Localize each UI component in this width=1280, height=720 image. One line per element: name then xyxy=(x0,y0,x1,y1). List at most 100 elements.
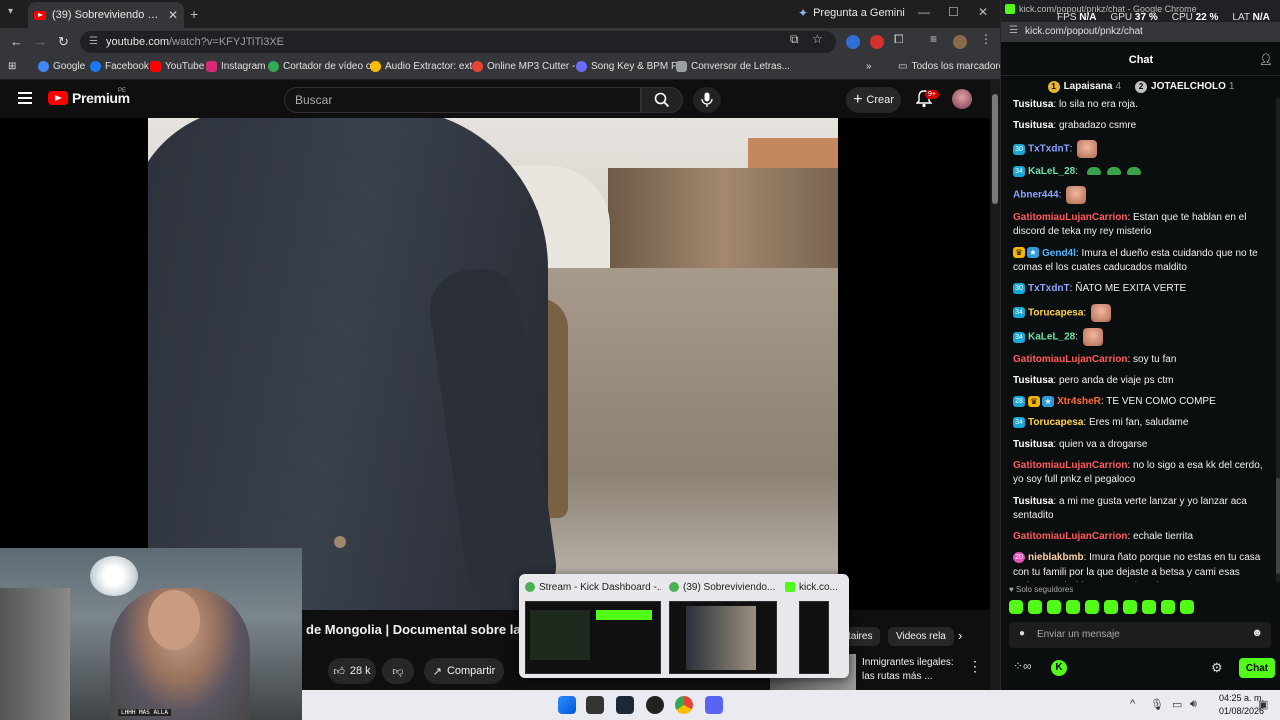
start-icon[interactable] xyxy=(558,696,576,714)
chat-username[interactable]: Torucapesa xyxy=(1028,417,1083,428)
all-bookmarks[interactable]: ▭ Todos los marcadores xyxy=(898,61,1009,72)
chrome-menu-icon[interactable]: ⋮ xyxy=(980,32,992,46)
clock-date[interactable]: 01/08/2026 xyxy=(1200,706,1264,716)
bookmark-song-key[interactable]: Song Key & BPM Fi... xyxy=(576,61,688,72)
address-bar[interactable]: ☰ youtube.com/watch?v=KFYJTiTi3XE xyxy=(80,31,836,53)
chat-username[interactable]: Abner444 xyxy=(1013,190,1059,201)
chat-username[interactable]: Tusitusa xyxy=(1013,375,1053,386)
bookmark-conversor[interactable]: Conversor de Letras... xyxy=(676,61,790,72)
chevron-right-icon[interactable]: › xyxy=(958,628,962,643)
emoji-picker-icon[interactable]: ☻ xyxy=(1251,627,1263,639)
emote-button[interactable] xyxy=(1123,600,1137,614)
kick-url-bar[interactable]: ☰ kick.com/popout/pnkz/chat xyxy=(1001,22,1280,42)
chat-username[interactable]: TxTxdnT xyxy=(1028,283,1070,294)
bookmark-star-icon[interactable]: ☆ xyxy=(812,32,823,46)
apps-icon[interactable]: ⊞ xyxy=(8,61,16,72)
preview-kick-dashboard[interactable]: Stream - Kick Dashboard -... xyxy=(525,578,661,674)
chat-username[interactable]: TxTxdnT xyxy=(1028,144,1070,155)
tab-search-icon[interactable]: ▾ xyxy=(8,6,13,17)
extensions-icon[interactable]: ⧠ xyxy=(894,32,904,47)
site-info-icon[interactable]: ☰ xyxy=(89,31,98,53)
microphone-icon[interactable]: 🎙︎ xyxy=(1150,698,1164,711)
emote-button[interactable] xyxy=(1028,600,1042,614)
minimize-icon[interactable]: — xyxy=(918,5,930,19)
more-options-icon[interactable]: ⋮ xyxy=(968,658,982,675)
bookmark-mp3-cutter[interactable]: Online MP3 Cutter -... xyxy=(472,61,584,72)
network-icon[interactable]: ▭ xyxy=(1172,698,1182,711)
clock-time[interactable]: 04:25 a. m. xyxy=(1200,693,1264,703)
discord-icon[interactable] xyxy=(705,696,723,714)
chip-related-videos[interactable]: Videos rela xyxy=(888,627,954,646)
extension-icon-blue[interactable] xyxy=(846,35,860,49)
notifications-icon[interactable]: ▣ xyxy=(1258,698,1268,711)
gemini-button[interactable]: ✦ Pregunta a Gemini xyxy=(798,6,905,20)
extension-icon-red[interactable] xyxy=(870,35,884,49)
app-icon[interactable] xyxy=(646,696,664,714)
chat-username[interactable]: GatitomiauLujanCarrion xyxy=(1013,354,1127,365)
chat-username[interactable]: Xtr4sheR xyxy=(1057,396,1101,407)
chat-username[interactable]: GatitomiauLujanCarrion xyxy=(1013,460,1127,471)
profile-icon[interactable] xyxy=(953,35,967,49)
chat-username[interactable]: Tusitusa xyxy=(1013,99,1053,110)
bookmark-facebook[interactable]: Facebook xyxy=(90,61,149,72)
new-tab-icon[interactable]: + xyxy=(190,6,198,22)
install-app-icon[interactable]: ⧉ xyxy=(790,32,799,47)
chat-username[interactable]: Gend4l xyxy=(1042,248,1076,259)
menu-icon[interactable] xyxy=(18,92,32,104)
gifter-1[interactable]: 1 Lapaisana 4 xyxy=(1047,81,1121,93)
scroll-thumb[interactable] xyxy=(992,94,998,204)
chat-username[interactable]: Tusitusa xyxy=(1013,120,1053,131)
task-view-icon[interactable] xyxy=(586,696,604,714)
emote-button[interactable] xyxy=(1085,600,1099,614)
close-window-icon[interactable]: ✕ xyxy=(978,5,988,19)
chat-username[interactable]: GatitomiauLujanCarrion xyxy=(1013,212,1127,223)
users-icon[interactable]: 👤︎ xyxy=(1259,53,1273,66)
chat-username[interactable]: KaLeL_28 xyxy=(1028,166,1075,177)
close-tab-icon[interactable]: ✕ xyxy=(168,8,178,22)
recommended-title[interactable]: Inmigrantes ilegales: las rutas más ... xyxy=(862,656,962,684)
share-button[interactable]: ↗ Compartir xyxy=(424,658,504,684)
chat-username[interactable]: nieblakbmb xyxy=(1028,552,1084,563)
search-button[interactable] xyxy=(641,87,683,113)
chat-message-input[interactable]: ● Enviar un mensaje ☻ xyxy=(1009,622,1271,648)
site-info-icon[interactable]: ☰ xyxy=(1009,25,1018,36)
media-controls-icon[interactable]: ≡ xyxy=(930,32,937,46)
chrome-icon[interactable] xyxy=(675,696,693,714)
bookmark-instagram[interactable]: Instagram xyxy=(206,61,265,72)
chat-username[interactable]: Tusitusa xyxy=(1013,496,1053,507)
maximize-icon[interactable]: ☐ xyxy=(948,5,959,19)
chat-scrollbar[interactable] xyxy=(1276,98,1280,582)
forward-icon[interactable]: → xyxy=(34,34,47,49)
reload-icon[interactable]: ↻ xyxy=(58,34,69,50)
browser-tab-youtube[interactable]: (39) Sobreviviendo a -40 °C: Ni ✕ xyxy=(28,2,184,28)
emote-button[interactable] xyxy=(1180,600,1194,614)
bookmark-youtube[interactable]: YouTube xyxy=(150,61,204,72)
emote-button[interactable] xyxy=(1009,600,1023,614)
emote-button[interactable] xyxy=(1066,600,1080,614)
create-button[interactable]: + Crear xyxy=(846,87,901,113)
emote-button[interactable] xyxy=(1161,600,1175,614)
search-input[interactable]: Buscar xyxy=(284,87,641,113)
emote-button[interactable] xyxy=(1142,600,1156,614)
gear-icon[interactable]: ⚙ xyxy=(1211,660,1223,676)
video-player[interactable] xyxy=(0,118,990,610)
send-chat-button[interactable]: Chat xyxy=(1239,658,1275,678)
more-bookmarks-icon[interactable]: » xyxy=(866,61,872,72)
preview-youtube[interactable]: (39) Sobreviviendo... xyxy=(669,578,777,674)
page-scrollbar[interactable] xyxy=(990,80,1000,690)
emote-button[interactable] xyxy=(1047,600,1061,614)
back-icon[interactable]: ← xyxy=(10,34,23,49)
dislike-button[interactable]: 👎︎ xyxy=(382,658,414,684)
volume-icon[interactable]: 🔊︎ xyxy=(1190,698,1197,711)
emote-button[interactable] xyxy=(1104,600,1118,614)
bookmark-google[interactable]: Google xyxy=(38,61,85,72)
chat-username[interactable]: Tusitusa xyxy=(1013,439,1053,450)
chat-username[interactable]: GatitomiauLujanCarrion xyxy=(1013,531,1127,542)
kick-k-icon[interactable]: K xyxy=(1051,660,1067,676)
voice-search-button[interactable] xyxy=(693,87,721,113)
chat-username[interactable]: Torucapesa xyxy=(1028,307,1083,318)
chat-messages[interactable]: Tusitusa: lo sila no era roja. Tusitusa: … xyxy=(1001,98,1277,582)
avatar[interactable] xyxy=(952,89,972,109)
chat-username[interactable]: KaLeL_28 xyxy=(1028,332,1075,343)
like-button[interactable]: 👍︎ 28 k xyxy=(328,658,376,684)
